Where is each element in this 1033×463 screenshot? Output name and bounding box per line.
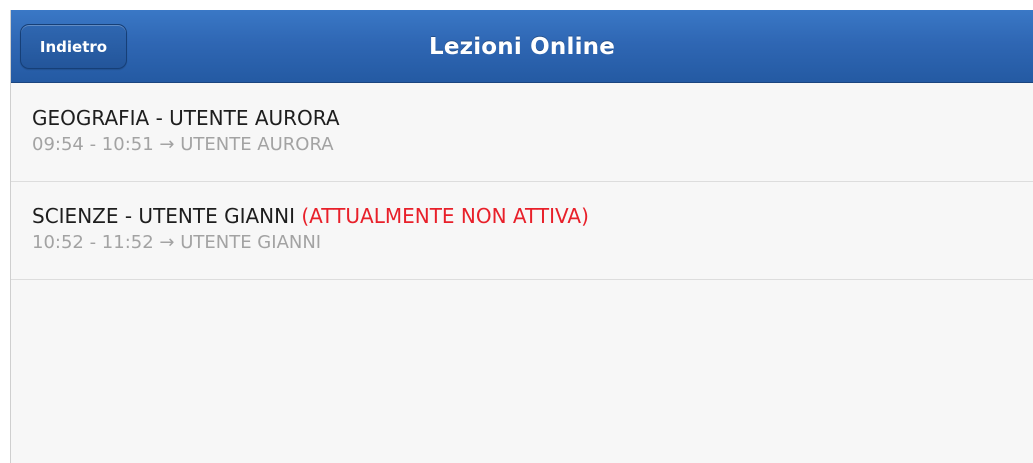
- lesson-time-teacher: 09:54 - 10:51 → UTENTE AURORA: [32, 134, 334, 155]
- lesson-title-text: SCIENZE - UTENTE GIANNI: [32, 204, 295, 228]
- back-button[interactable]: Indietro: [20, 24, 127, 69]
- lesson-time-teacher: 10:52 - 11:52 → UTENTE GIANNI: [32, 232, 322, 253]
- app-screen: Indietro Lezioni Online GEOGRAFIA - UTEN…: [10, 10, 1033, 463]
- lesson-title-text: GEOGRAFIA - UTENTE AURORA: [32, 106, 340, 130]
- lesson-title: GEOGRAFIA - UTENTE AURORA: [32, 106, 1033, 131]
- list-item-scienze[interactable]: SCIENZE - UTENTE GIANNI (ATTUALMENTE NON…: [11, 182, 1033, 280]
- list-item-geografia[interactable]: GEOGRAFIA - UTENTE AURORA 09:54 - 10:51 …: [11, 83, 1033, 182]
- navigation-bar: Indietro Lezioni Online: [11, 10, 1033, 83]
- lesson-title: SCIENZE - UTENTE GIANNI (ATTUALMENTE NON…: [32, 204, 1033, 229]
- page-title: Lezioni Online: [428, 33, 616, 60]
- lesson-list: GEOGRAFIA - UTENTE AURORA 09:54 - 10:51 …: [11, 83, 1033, 280]
- inactive-status-label: (ATTUALMENTE NON ATTIVA): [301, 204, 589, 228]
